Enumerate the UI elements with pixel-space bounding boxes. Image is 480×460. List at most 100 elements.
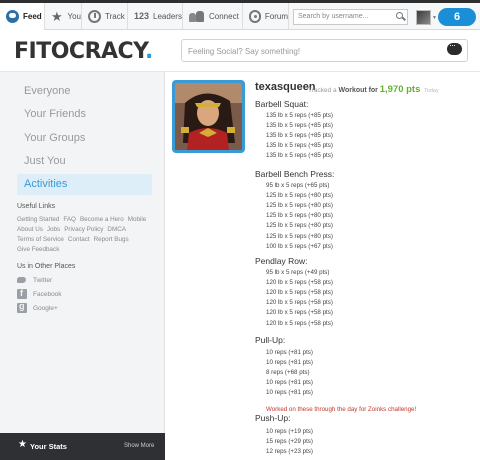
exercise-set: 120 lb x 5 reps (+58 pts) [266, 319, 333, 327]
your-stats-label: Your Stats [30, 442, 67, 451]
exercise-set: 125 lb x 5 reps (+80 pts) [266, 202, 333, 210]
fitocracy-logo[interactable]: FITOCRACY. [14, 39, 153, 64]
link-contact[interactable]: Contact [68, 236, 90, 243]
people-icon [189, 10, 205, 23]
exercise-set: 95 lb x 5 reps (+65 pts) [266, 182, 330, 189]
exercise-title: Pull-Up: [255, 335, 286, 345]
exercise-set: 125 lb x 5 reps (+80 pts) [266, 212, 333, 220]
link-about-us[interactable]: About Us [17, 226, 43, 233]
exercise-set: 135 lb x 5 reps (+85 pts) [266, 122, 333, 130]
tab-label: You [67, 12, 82, 21]
forum-icon [249, 10, 261, 23]
exercise-set: 125 lb x 5 reps (+80 pts) [266, 232, 333, 240]
user-avatar[interactable] [416, 10, 431, 25]
exercise-set: 120 lb x 5 reps (+58 pts) [266, 279, 333, 287]
social-label: Twitter [33, 276, 53, 284]
link-faq[interactable]: FAQ [63, 216, 76, 223]
link-jobs[interactable]: Jobs [47, 226, 60, 233]
speech-bubble-icon[interactable] [447, 40, 462, 55]
stopwatch-icon [88, 10, 101, 23]
status-input[interactable]: Feeling Social? Say something! [181, 39, 468, 62]
exercise-set: 10 reps (+19 pts) [266, 428, 313, 435]
exercise-set: 100 lb x 5 reps (+67 pts) [266, 242, 333, 250]
exercise-set: 12 reps (+23 pts) [266, 448, 313, 456]
tab-you[interactable]: ★ You [45, 3, 82, 30]
exercise-set: 135 lb x 5 reps (+85 pts) [266, 152, 333, 160]
exercise-set: 95 lb x 5 reps (+49 pts) [266, 269, 330, 276]
username-search-input[interactable]: Search by username... [293, 9, 408, 25]
twitter-icon [17, 275, 27, 285]
tab-connect[interactable]: Connect [183, 3, 243, 30]
exercise-title: Push-Up: [255, 413, 291, 423]
social-twitter[interactable]: Twitter [17, 275, 52, 285]
tracked-prefix: Tracked a [308, 87, 337, 94]
exercise-set: 10 reps (+81 pts) [266, 349, 313, 356]
sidebar-item-just-you[interactable]: Just You [17, 151, 152, 172]
link-report-bugs[interactable]: Report Bugs [94, 236, 129, 243]
exercise-set: 15 reps (+29 pts) [266, 438, 313, 446]
tab-track[interactable]: Track [82, 3, 128, 30]
exercise-set: 135 lb x 5 reps (+85 pts) [266, 132, 333, 140]
star-icon: ★ [18, 439, 27, 450]
exercise-set: 125 lb x 5 reps (+80 pts) [266, 222, 333, 230]
link-getting-started[interactable]: Getting Started [17, 216, 59, 223]
post-avatar[interactable] [172, 80, 245, 153]
google-plus-icon [17, 301, 27, 313]
tab-label: Forum [264, 12, 288, 21]
leaderboard-icon: 123 [134, 11, 150, 21]
post-meta: Tracked a Workout for 1,970 pts Today [308, 84, 439, 95]
exercise-set: 120 lb x 5 reps (+58 pts) [266, 309, 333, 317]
exercise-set: 135 lb x 5 reps (+85 pts) [266, 112, 333, 119]
sidebar-item-everyone[interactable]: Everyone [17, 81, 152, 102]
top-nav: Feed ★ You Track 123 Leaders Connect For… [0, 0, 480, 30]
exercise-title: Barbell Bench Press: [255, 169, 335, 179]
post-timestamp: Today [424, 88, 439, 94]
social-facebook[interactable]: Facebook [17, 288, 62, 299]
social-label: Facebook [33, 290, 62, 298]
exercise-set: 10 reps (+81 pts) [266, 389, 313, 397]
link-dmca[interactable]: DMCA [107, 226, 126, 233]
social-google-plus[interactable]: Google+ [17, 301, 58, 313]
link-terms[interactable]: Terms of Service [17, 236, 64, 243]
exercise-set: 135 lb x 5 reps (+85 pts) [266, 142, 333, 150]
exercise-title: Barbell Squat: [255, 99, 309, 109]
sidebar-item-activities[interactable]: Activities [17, 174, 152, 195]
tab-feed[interactable]: Feed [0, 3, 45, 30]
tab-label: Leaders [153, 12, 182, 21]
logo-dot: . [144, 39, 153, 64]
exercise-title: Pendlay Row: [255, 256, 308, 266]
for-word: for [368, 87, 378, 94]
exercise-set: 120 lb x 5 reps (+58 pts) [266, 289, 333, 297]
link-become-hero[interactable]: Become a Hero [80, 216, 124, 223]
tab-label: Connect [209, 12, 239, 21]
wonder-woman-avatar-image [175, 83, 242, 150]
search-icon[interactable] [396, 12, 403, 19]
exercise-set: 120 lb x 5 reps (+58 pts) [266, 299, 333, 307]
link-privacy-policy[interactable]: Privacy Policy [64, 226, 103, 233]
star-icon: ★ [51, 9, 63, 24]
useful-links: Getting Started FAQ Become a Hero Mobile Ab… [17, 215, 157, 255]
sidebar: Everyone Your Friends Your Groups Just Y… [0, 72, 165, 460]
tab-label: Track [105, 12, 125, 21]
useful-links-heading: Useful Links [17, 203, 56, 210]
other-places-heading: Us in Other Places [17, 263, 76, 270]
exercise-set: 10 reps (+81 pts) [266, 379, 313, 387]
exercise-set: 125 lb x 5 reps (+80 pts) [266, 192, 333, 200]
show-more-link[interactable]: Show More [124, 443, 154, 449]
post-username[interactable]: texasqueen [255, 81, 316, 93]
workout-word: Workout [338, 87, 367, 94]
link-give-feedback[interactable]: Give Feedback [17, 246, 59, 253]
notification-badge[interactable]: 6 [438, 8, 476, 26]
header: FITOCRACY. Feeling Social? Say something… [0, 31, 480, 72]
your-stats-bar[interactable]: ★ Your Stats Show More [0, 433, 165, 460]
tab-leaders[interactable]: 123 Leaders [128, 3, 183, 30]
logo-text: FITOCRACY [14, 39, 145, 64]
sidebar-item-your-friends[interactable]: Your Friends [17, 104, 152, 125]
facebook-icon [17, 288, 27, 299]
tab-forum[interactable]: Forum [243, 3, 289, 30]
link-mobile[interactable]: Mobile [128, 216, 147, 223]
sidebar-item-your-groups[interactable]: Your Groups [17, 128, 152, 149]
chat-bubble-icon [6, 10, 19, 23]
chevron-down-icon[interactable]: ▼ [432, 15, 437, 21]
points-value: 1,970 pts [379, 84, 421, 95]
